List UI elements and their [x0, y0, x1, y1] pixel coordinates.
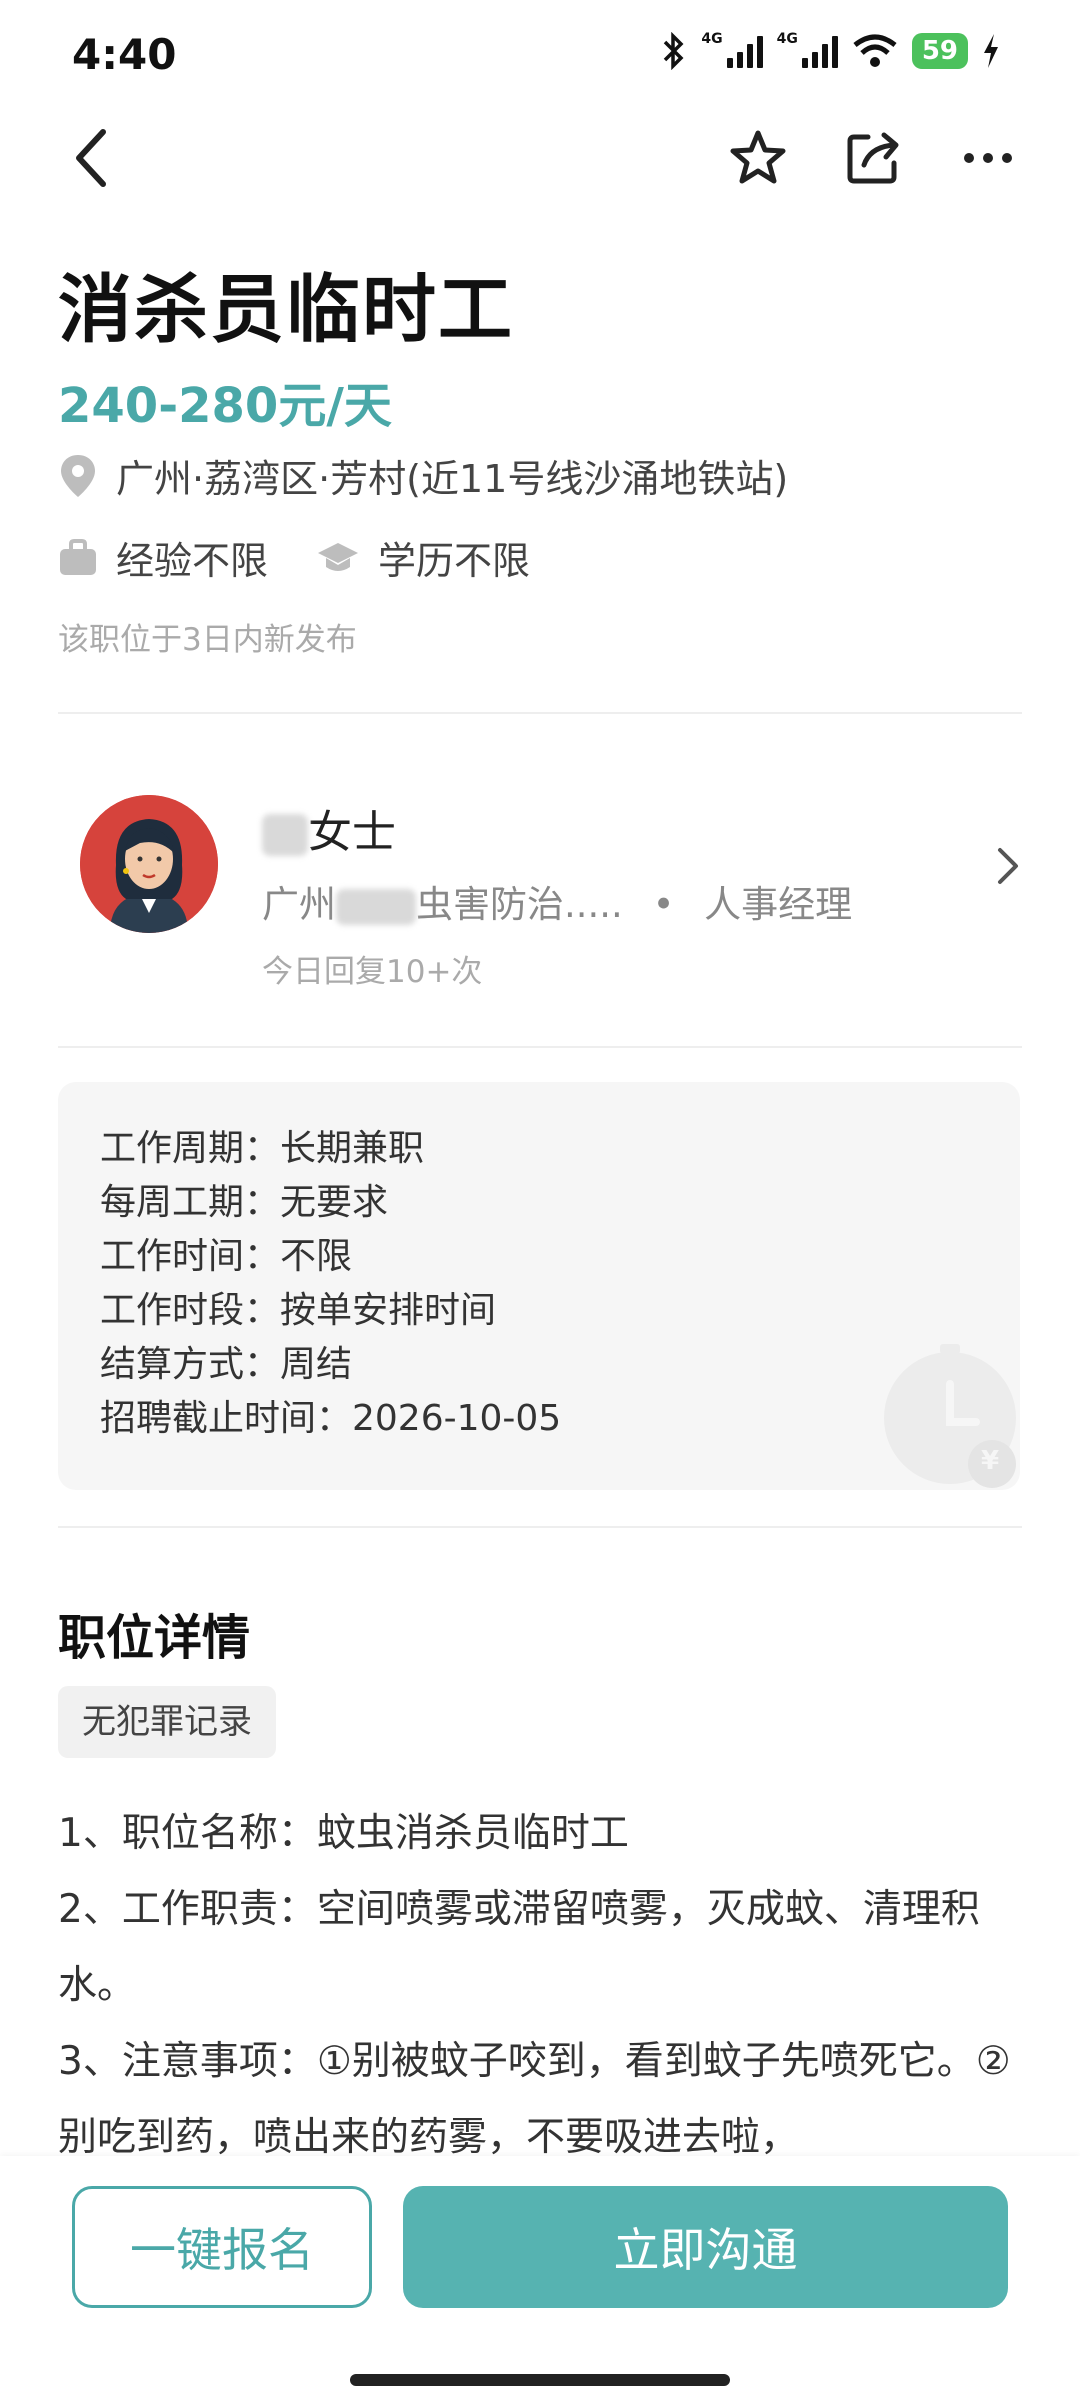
charging-icon [984, 34, 998, 68]
description-line-2: 2、工作职责：空间喷雾或滞留喷雾，灭成蚊、清理积水。 [58, 1887, 980, 2008]
posted-note: 该职位于3日内新发布 [58, 622, 357, 658]
divider [58, 1526, 1022, 1528]
divider [58, 1046, 1022, 1048]
graduation-cap-icon [316, 539, 360, 577]
more-button[interactable] [955, 125, 1021, 191]
education-text: 学历不限 [378, 539, 531, 583]
blurred-company [336, 888, 416, 925]
signal-icon [726, 34, 763, 68]
more-dots-icon [964, 153, 1012, 163]
info-line-weekly: 每周工期：无要求 [100, 1182, 389, 1223]
recruiter-name-suffix: 女士 [308, 807, 396, 858]
job-info-list: 工作周期：长期兼职 每周工期：无要求 工作时间：不限 工作时段：按单安排时间 结… [100, 1122, 561, 1446]
chat-now-button[interactable]: 立即沟通 [403, 2186, 1008, 2308]
separator-dot: • [652, 883, 675, 926]
description-line-1: 1、职位名称：蚊虫消杀员临时工 [58, 1811, 629, 1856]
salary: 240-280元/天 [58, 378, 392, 434]
description-line-3: 3、注意事项：①别被蚊子咬到，看到蚊子先喷死它。②别吃到药，喷出来的药雾，不要吸… [58, 2039, 1011, 2160]
requirement-tag: 无犯罪记录 [58, 1686, 276, 1758]
home-indicator[interactable] [350, 2374, 730, 2386]
experience-text: 经验不限 [116, 539, 269, 583]
section-title: 职位详情 [58, 1610, 251, 1666]
wifi-icon [853, 34, 897, 67]
job-title: 消杀员临时工 [58, 267, 514, 353]
back-button[interactable] [58, 125, 124, 191]
star-icon [730, 130, 786, 184]
network-label-2: 4G [776, 31, 798, 47]
quick-apply-button[interactable]: 一键报名 [72, 2186, 372, 2308]
status-icons: 4G 4G 59 [661, 31, 1000, 70]
status-time: 4:40 [72, 30, 177, 79]
divider [58, 712, 1022, 714]
info-line-slot: 工作时段：按单安排时间 [100, 1290, 497, 1331]
info-line-deadline: 招聘截止时间：2026-10-05 [100, 1398, 562, 1439]
recruiter-company-row: 广州 虫害防治..... • 人事经理 [262, 874, 852, 928]
location-row[interactable]: 广州·荔湾区·芳村(近11号线沙涌地铁站) [58, 448, 788, 503]
blurred-surname [262, 814, 308, 856]
favorite-button[interactable] [725, 125, 791, 191]
signal-icon-2 [801, 34, 838, 68]
recruiter-avatar [80, 795, 218, 933]
info-line-period: 工作周期：长期兼职 [100, 1128, 425, 1169]
recruiter-name: 女士 [262, 796, 396, 860]
share-button[interactable] [840, 125, 906, 191]
job-description: 1、职位名称：蚊虫消杀员临时工 2、工作职责：空间喷雾或滞留喷雾，灭成蚊、清理积… [58, 1796, 1018, 2176]
info-line-settlement: 结算方式：周结 [100, 1344, 353, 1385]
briefcase-icon [58, 538, 98, 577]
bluetooth-icon [664, 32, 684, 70]
yuan-symbol: ¥ [981, 1446, 1000, 1476]
chevron-right-icon [996, 846, 1020, 890]
reply-rate: 今日回复10+次 [262, 954, 483, 990]
company-prefix: 广州 [262, 883, 336, 926]
recruiter-role: 人事经理 [704, 883, 853, 926]
requirements-row: 经验不限 学历不限 [58, 530, 530, 585]
back-arrow-icon [76, 129, 106, 187]
company-suffix: 虫害防治..... [416, 883, 623, 926]
share-icon [847, 132, 899, 184]
battery-indicator: 59 [911, 33, 968, 69]
location-pin-icon [58, 453, 98, 499]
info-line-hours: 工作时间：不限 [100, 1236, 353, 1277]
network-label-1: 4G [701, 31, 723, 47]
location-text: 广州·荔湾区·芳村(近11号线沙涌地铁站) [116, 457, 789, 501]
